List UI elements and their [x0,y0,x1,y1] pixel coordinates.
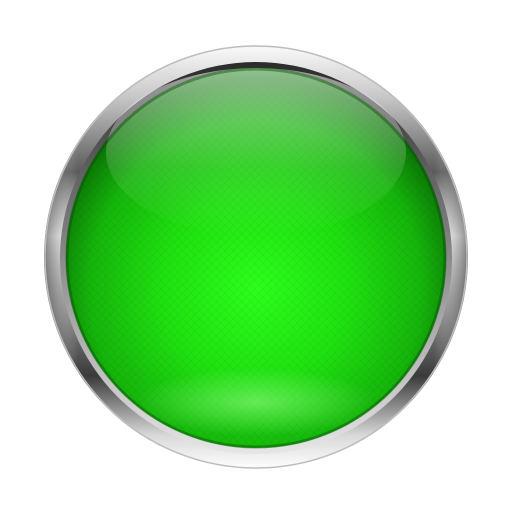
green-round-button[interactable] [0,0,512,512]
canvas [0,0,512,512]
gloss-highlight [106,68,406,236]
